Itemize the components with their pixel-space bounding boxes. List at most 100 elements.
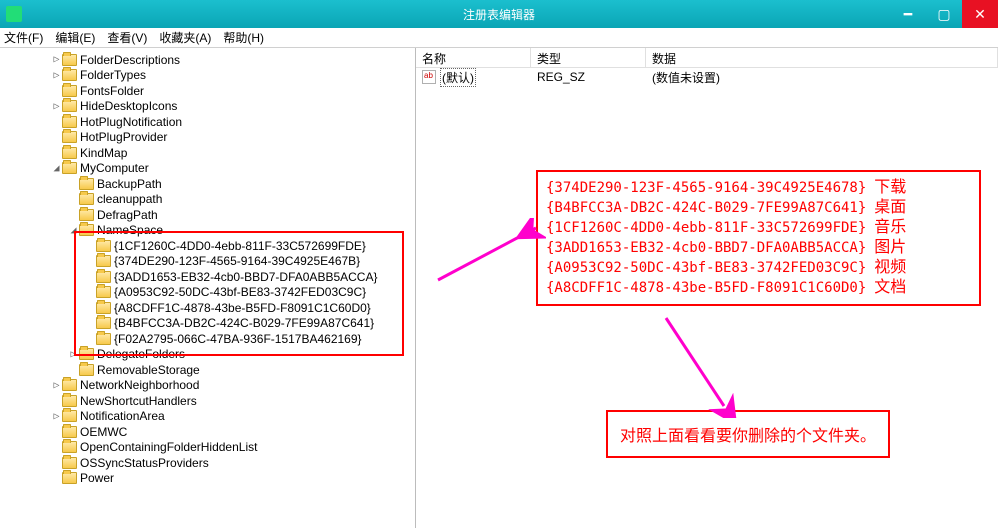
menu-help[interactable]: 帮助(H) [223, 29, 264, 46]
arrow-left-icon [426, 218, 546, 298]
arrow-down-icon [626, 308, 746, 418]
tree-item[interactable]: OEMWC [0, 424, 415, 440]
window-titlebar: 注册表编辑器 ━ ▢ ✕ [0, 0, 998, 28]
expand-closed-icon[interactable]: ▷ [51, 411, 62, 422]
tree-item[interactable]: OSSyncStatusProviders [0, 455, 415, 471]
tree-item-label: NetworkNeighborhood [80, 378, 199, 392]
folder-icon [62, 472, 77, 484]
tree-item[interactable]: {B4BFCC3A-DB2C-424C-B029-7FE99A87C641} [0, 316, 415, 332]
value-data: (数值未设置) [646, 69, 998, 86]
col-name[interactable]: 名称 [416, 48, 531, 67]
folder-icon [62, 85, 77, 97]
menubar: 文件(F) 编辑(E) 查看(V) 收藏夹(A) 帮助(H) [0, 28, 998, 48]
annotation-note: 对照上面看看要你删除的个文件夹。 [606, 410, 890, 458]
list-pane[interactable]: 名称 类型 数据 (默认) REG_SZ (数值未设置) {374DE290-1… [416, 48, 998, 528]
window-title: 注册表编辑器 [463, 6, 535, 23]
tree-item[interactable]: {A8CDFF1C-4878-43be-B5FD-F8091C1C60D0} [0, 300, 415, 316]
annotation-guid: {374DE290-123F-4565-9164-39C4925E4678} [546, 180, 866, 196]
tree-item[interactable]: {374DE290-123F-4565-9164-39C4925E467B} [0, 254, 415, 270]
expand-closed-icon[interactable]: ▷ [51, 70, 62, 81]
tree-item-label: {3ADD1653-EB32-4cb0-BBD7-DFA0ABB5ACCA} [114, 270, 377, 284]
tree-item[interactable]: NewShortcutHandlers [0, 393, 415, 409]
annotation-row: {1CF1260C-4DD0-4ebb-811F-33C572699FDE}音乐 [546, 218, 971, 238]
tree-item[interactable]: ▷DelegateFolders [0, 347, 415, 363]
tree-item-label: {F02A2795-066C-47BA-936F-1517BA462169} [114, 332, 362, 346]
tree-item-label: NewShortcutHandlers [80, 394, 197, 408]
menu-favorites[interactable]: 收藏夹(A) [159, 29, 211, 46]
annotation-guid: {B4BFCC3A-DB2C-424C-B029-7FE99A87C641} [546, 200, 866, 216]
col-type[interactable]: 类型 [531, 48, 646, 67]
tree-pane[interactable]: ▷ FolderDescriptions▷FolderTypesFontsFold… [0, 48, 416, 528]
folder-icon [62, 457, 77, 469]
tree-item[interactable]: ◢ MyComputer [0, 161, 415, 177]
tree-item[interactable]: HotPlugNotification [0, 114, 415, 130]
annotation-note-text: 对照上面看看要你删除的个文件夹。 [620, 428, 876, 445]
folder-icon [62, 441, 77, 453]
annotation-label: 图片 [874, 239, 906, 256]
tree-item-label: NotificationArea [80, 409, 165, 423]
tree-item-label: Power [80, 471, 114, 485]
tree-item-label: {374DE290-123F-4565-9164-39C4925E467B} [114, 254, 360, 268]
annotation-mapping: {374DE290-123F-4565-9164-39C4925E4678}下载… [536, 170, 981, 306]
expand-open-icon[interactable]: ◢ [51, 163, 62, 174]
tree-item[interactable]: KindMap [0, 145, 415, 161]
tree-item[interactable]: BackupPath [0, 176, 415, 192]
annotation-guid: {A0953C92-50DC-43bf-BE83-3742FED03C9C} [546, 260, 866, 276]
folder-icon [62, 69, 77, 81]
tree-item-label: OpenContainingFolderHiddenList [80, 440, 257, 454]
tree-item[interactable]: FontsFolder [0, 83, 415, 99]
annotation-row: {A0953C92-50DC-43bf-BE83-3742FED03C9C} 视频 [546, 258, 971, 278]
tree-item-label: {B4BFCC3A-DB2C-424C-B029-7FE99A87C641} [114, 316, 374, 330]
tree-item[interactable]: cleanuppath [0, 192, 415, 208]
annotation-guid: {3ADD1653-EB32-4cb0-BBD7-DFA0ABB5ACCA} [546, 240, 866, 256]
tree-item-label: BackupPath [97, 177, 162, 191]
menu-edit[interactable]: 编辑(E) [55, 29, 95, 46]
expand-closed-icon[interactable]: ▷ [68, 349, 79, 360]
string-value-icon [422, 70, 436, 84]
tree-item-label: OEMWC [80, 425, 127, 439]
folder-icon [79, 364, 94, 376]
folder-icon [62, 54, 77, 66]
menu-view[interactable]: 查看(V) [107, 29, 147, 46]
maximize-button[interactable]: ▢ [926, 0, 962, 28]
folder-icon [96, 317, 111, 329]
minimize-button[interactable]: ━ [890, 0, 926, 28]
folder-icon [96, 240, 111, 252]
tree-item-label: MyComputer [80, 161, 149, 175]
tree-item[interactable]: OpenContainingFolderHiddenList [0, 440, 415, 456]
expand-closed-icon[interactable]: ▷ [51, 54, 62, 65]
tree-item[interactable]: {1CF1260C-4DD0-4ebb-811F-33C572699FDE} [0, 238, 415, 254]
tree-item-label: NameSpace [97, 223, 163, 237]
folder-icon [96, 271, 111, 283]
tree-item[interactable]: HotPlugProvider [0, 130, 415, 146]
tree-item[interactable]: DefragPath [0, 207, 415, 223]
tree-item[interactable]: {A0953C92-50DC-43bf-BE83-3742FED03C9C} [0, 285, 415, 301]
tree-item[interactable]: ▷ FolderDescriptions [0, 52, 415, 68]
folder-icon [62, 426, 77, 438]
tree-item-label: FontsFolder [80, 84, 144, 98]
col-data[interactable]: 数据 [646, 48, 998, 67]
tree-item[interactable]: RemovableStorage [0, 362, 415, 378]
annotation-label: 视频 [874, 259, 906, 276]
value-type: REG_SZ [531, 70, 646, 84]
tree-item[interactable]: {F02A2795-066C-47BA-936F-1517BA462169} [0, 331, 415, 347]
tree-item[interactable]: ◢ NameSpace [0, 223, 415, 239]
tree-item-label: HotPlugNotification [80, 115, 182, 129]
annotation-row: {3ADD1653-EB32-4cb0-BBD7-DFA0ABB5ACCA} 图片 [546, 238, 971, 258]
expand-open-icon[interactable]: ◢ [68, 225, 79, 236]
menu-file[interactable]: 文件(F) [4, 29, 43, 46]
tree-item-label: {A8CDFF1C-4878-43be-B5FD-F8091C1C60D0} [114, 301, 371, 315]
folder-icon [96, 302, 111, 314]
list-row[interactable]: (默认) REG_SZ (数值未设置) [416, 68, 998, 86]
expand-closed-icon[interactable]: ▷ [51, 380, 62, 391]
expand-closed-icon[interactable]: ▷ [51, 101, 62, 112]
tree-item[interactable]: ▷HideDesktopIcons [0, 99, 415, 115]
close-button[interactable]: ✕ [962, 0, 998, 28]
app-icon [6, 6, 22, 22]
tree-item-label: FolderDescriptions [80, 53, 180, 67]
tree-item[interactable]: {3ADD1653-EB32-4cb0-BBD7-DFA0ABB5ACCA} [0, 269, 415, 285]
tree-item[interactable]: ▷ NetworkNeighborhood [0, 378, 415, 394]
tree-item[interactable]: ▷ NotificationArea [0, 409, 415, 425]
tree-item[interactable]: Power [0, 471, 415, 487]
tree-item[interactable]: ▷FolderTypes [0, 68, 415, 84]
